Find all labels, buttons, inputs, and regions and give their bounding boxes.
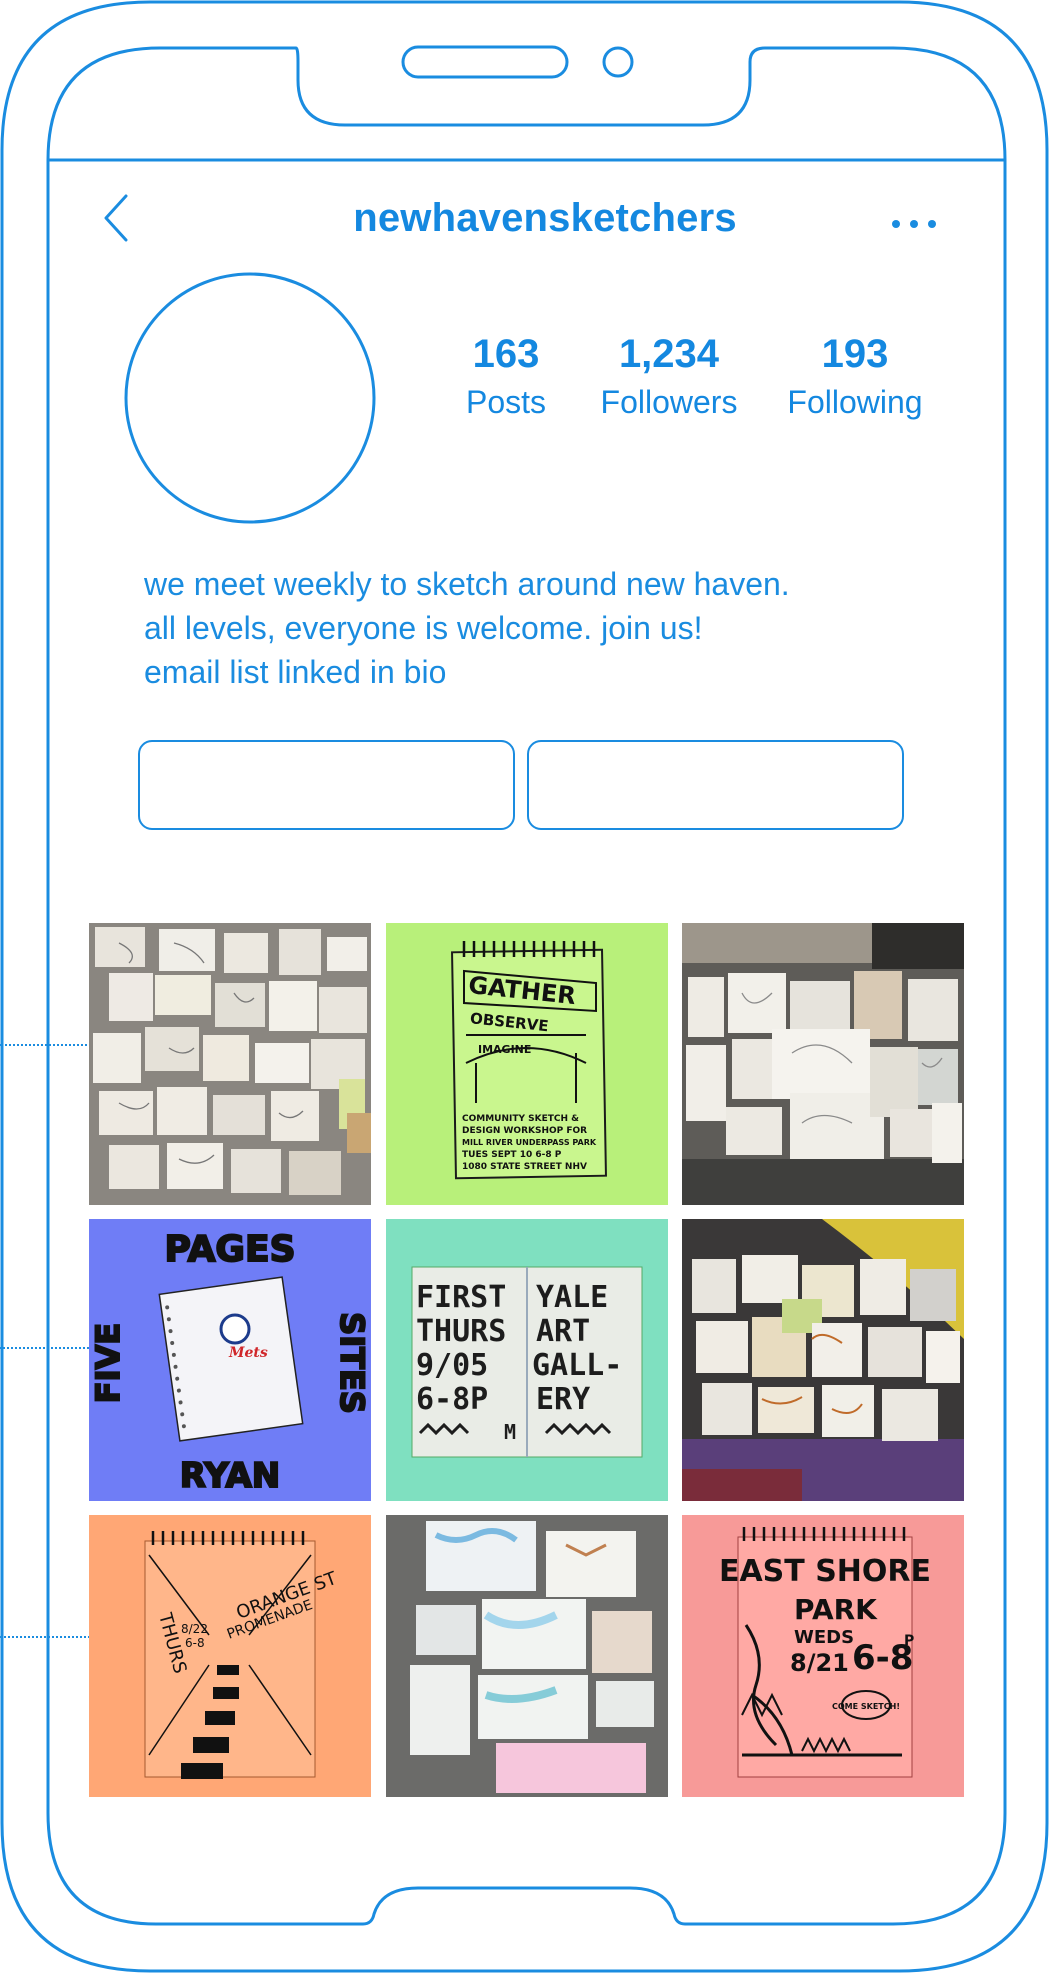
message-button[interactable] [527,740,904,830]
camera-dot [602,46,634,78]
poster-text: 1080 STATE STREET NHV [462,1162,587,1172]
poster-text: RYAN [180,1456,280,1496]
sketchbook-photo [682,1219,964,1501]
poster-text: DESIGN WORKSHOP FOR [462,1126,587,1136]
poster-orange-st: THURS ORANGE ST PROMENADE 8/22 6-8 [89,1515,371,1797]
poster-text: 9/05 [416,1348,488,1383]
stat-followers[interactable]: 1,234 Followers [584,330,754,424]
followers-count: 1,234 [618,332,720,376]
profile-username: newhavensketchers [353,196,737,240]
poster-text: YALE [536,1280,608,1315]
avatar[interactable] [124,272,376,524]
poster-text: PAGES [164,1229,295,1270]
post-thumbnail[interactable] [89,923,371,1205]
poster-first-thurs: FIRST THURS 9/05 6-8P M YALE ART GALL- E… [386,1219,668,1501]
bio-line: we meet weekly to sketch around new have… [144,566,790,602]
post-thumbnail[interactable] [682,1219,964,1501]
post-thumbnail[interactable]: GATHER OBSERVE IMAGINE COMMUNITY SKETCH … [386,923,668,1205]
sketchbook-photo [386,1515,668,1797]
profile-bio: we meet weekly to sketch around new have… [144,562,944,694]
sketchbook-photo [89,923,371,1205]
poster-text: P [904,1633,914,1649]
poster-text: ART [536,1314,590,1349]
poster-text: 6-8P [416,1382,488,1417]
poster-text: FIRST [416,1280,506,1315]
poster-text: Mets [228,1345,268,1361]
bio-line: all levels, everyone is welcome. join us… [144,610,703,646]
post-thumbnail[interactable]: FIRST THURS 9/05 6-8P M YALE ART GALL- E… [386,1219,668,1501]
post-thumbnail[interactable] [682,923,964,1205]
poster-five-pages: Mets PAGES FIVE SITES RYAN [89,1219,371,1501]
poster-text: FIVE [89,1323,127,1403]
poster-text: GALL- [532,1348,622,1383]
following-count: 193 [821,332,889,376]
following-label: Following [787,384,923,420]
post-thumbnail[interactable] [386,1515,668,1797]
poster-text: ERY [536,1382,590,1417]
poster-text: WEDS [794,1627,854,1648]
poster-text: MILL RIVER UNDERPASS PARK [462,1138,597,1147]
speaker-slot [401,45,569,79]
post-thumbnail[interactable]: Mets PAGES FIVE SITES RYAN [89,1219,371,1501]
poster-text: THURS [416,1314,506,1349]
posts-label: Posts [465,384,547,420]
poster-text: M [504,1420,516,1444]
poster-text: COME SKETCH! [832,1702,900,1711]
chevron-left-icon[interactable] [102,192,142,248]
poster-gather: GATHER OBSERVE IMAGINE COMMUNITY SKETCH … [386,923,668,1205]
follow-button[interactable] [138,740,515,830]
post-thumbnail[interactable]: EAST SHORE PARK WEDS 8/21 6-8 P COME SKE… [682,1515,964,1797]
posts-count: 163 [472,332,540,376]
post-thumbnail[interactable]: THURS ORANGE ST PROMENADE 8/22 6-8 [89,1515,371,1797]
stat-following[interactable]: 193 Following [770,330,940,424]
followers-label: Followers [600,384,738,420]
poster-text: SITES [333,1312,371,1414]
poster-text: 8/21 [790,1649,849,1677]
bio-line: email list linked in bio [144,654,447,690]
poster-text: EAST SHORE [719,1554,931,1589]
poster-east-shore: EAST SHORE PARK WEDS 8/21 6-8 P COME SKE… [682,1515,964,1797]
stat-posts[interactable]: 163 Posts [421,330,591,424]
poster-text: PARK [794,1593,878,1626]
poster-text: 8/22 [181,1622,208,1636]
poster-text: 6-8 [185,1636,205,1650]
more-horizontal-icon[interactable] [888,214,940,234]
sketchbook-photo [682,923,964,1205]
poster-text: TUES SEPT 10 6-8 P [462,1150,562,1160]
poster-text: COMMUNITY SKETCH & [462,1114,579,1124]
